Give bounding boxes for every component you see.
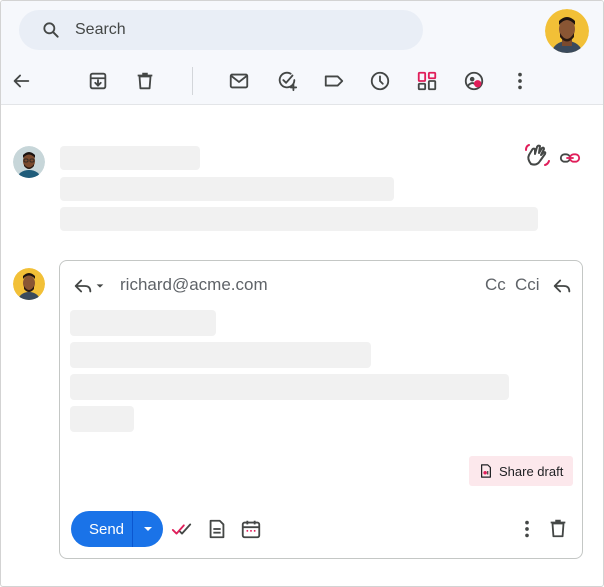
back-arrow-icon[interactable]: [7, 67, 35, 95]
skeleton-line: [70, 310, 216, 336]
my-avatar: [13, 268, 45, 300]
apps-grid-icon[interactable]: [413, 67, 441, 95]
skeleton-line: [70, 406, 134, 432]
mail-icon[interactable]: [225, 67, 253, 95]
skeleton-line: [60, 177, 394, 201]
archive-icon[interactable]: [84, 67, 112, 95]
search-input[interactable]: [75, 18, 405, 42]
toolbar-divider: [192, 67, 193, 95]
share-draft-label: Share draft: [499, 463, 564, 479]
link-icon[interactable]: [557, 145, 583, 171]
template-icon[interactable]: [204, 516, 230, 542]
send-button-group: Send: [71, 511, 163, 547]
dropdown-arrow-icon: [144, 527, 152, 531]
reply-all-icon[interactable]: [549, 273, 575, 299]
search-bar[interactable]: [19, 10, 423, 50]
double-check-icon[interactable]: [169, 516, 195, 542]
delete-icon[interactable]: [131, 67, 159, 95]
discard-draft-icon[interactable]: [545, 515, 571, 541]
more-options-icon[interactable]: [514, 516, 540, 542]
more-vert-icon[interactable]: [506, 67, 534, 95]
label-icon[interactable]: [320, 67, 348, 95]
skeleton-line: [70, 374, 509, 400]
wave-hand-icon[interactable]: [523, 142, 551, 170]
search-icon: [43, 22, 59, 38]
email-window: richard@acme.com Cc Cci Share draft Send: [0, 0, 604, 587]
skeleton-line: [60, 146, 200, 170]
collaborator-icon[interactable]: [460, 67, 488, 95]
cc-button[interactable]: Cc: [485, 275, 506, 295]
recipient-address[interactable]: richard@acme.com: [120, 275, 268, 295]
skeleton-line: [60, 207, 538, 231]
shared-doc-icon: [481, 464, 491, 478]
user-avatar[interactable]: [545, 9, 589, 53]
reply-compose-box: richard@acme.com Cc Cci Share draft Send: [59, 260, 583, 559]
chevron-down-icon[interactable]: [92, 273, 108, 299]
add-task-icon[interactable]: [273, 67, 301, 95]
share-draft-button[interactable]: Share draft: [469, 456, 573, 486]
header-bar: [1, 1, 603, 105]
sender-avatar: [13, 146, 45, 178]
send-options-button[interactable]: [133, 511, 163, 547]
cci-button[interactable]: Cci: [515, 275, 540, 295]
snooze-icon[interactable]: [366, 67, 394, 95]
calendar-icon[interactable]: [238, 516, 264, 542]
skeleton-line: [70, 342, 371, 368]
send-button[interactable]: Send: [71, 521, 132, 538]
